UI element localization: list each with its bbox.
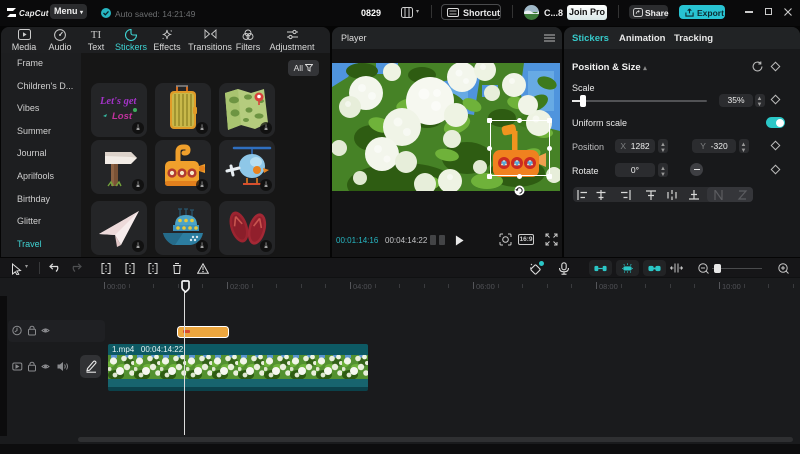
svg-text:Lost: Lost [112,111,133,122]
svg-text:Let's get: Let's get [99,96,138,107]
